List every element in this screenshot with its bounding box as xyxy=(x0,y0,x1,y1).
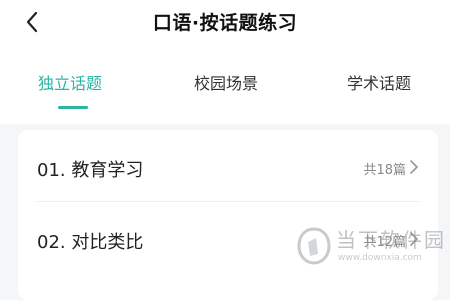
watermark-logo: 当下软件园 www.downxia.com xyxy=(296,222,446,274)
chevron-right-icon xyxy=(410,160,418,174)
tab-bar: 独立话题 校园场景 学术话题 xyxy=(0,70,450,110)
header-bar: 口语·按话题练习 独立话题 校园场景 学术话题 xyxy=(0,0,450,124)
page-title: 口语·按话题练习 xyxy=(152,12,298,34)
topic-title: 01. 教育学习 xyxy=(37,160,144,181)
topic-count: 共18篇 xyxy=(363,163,406,178)
tab-independent-topics[interactable]: 独立话题 xyxy=(38,70,102,94)
topic-row-education[interactable]: 01. 教育学习 共18篇 xyxy=(18,130,438,202)
tab-academic-topics[interactable]: 学术话题 xyxy=(347,70,411,94)
topic-title: 02. 对比类比 xyxy=(37,232,144,253)
tab-campus-scenes[interactable]: 校园场景 xyxy=(194,70,258,94)
watermark-text: 当下软件园 xyxy=(336,228,446,252)
watermark-url: www.downxia.com xyxy=(338,253,422,263)
watermark-emblem-icon xyxy=(297,227,331,265)
active-tab-indicator xyxy=(58,106,88,109)
topic-list-card: 01. 教育学习 共18篇 02. 对比类比 共12篇 xyxy=(18,130,438,300)
